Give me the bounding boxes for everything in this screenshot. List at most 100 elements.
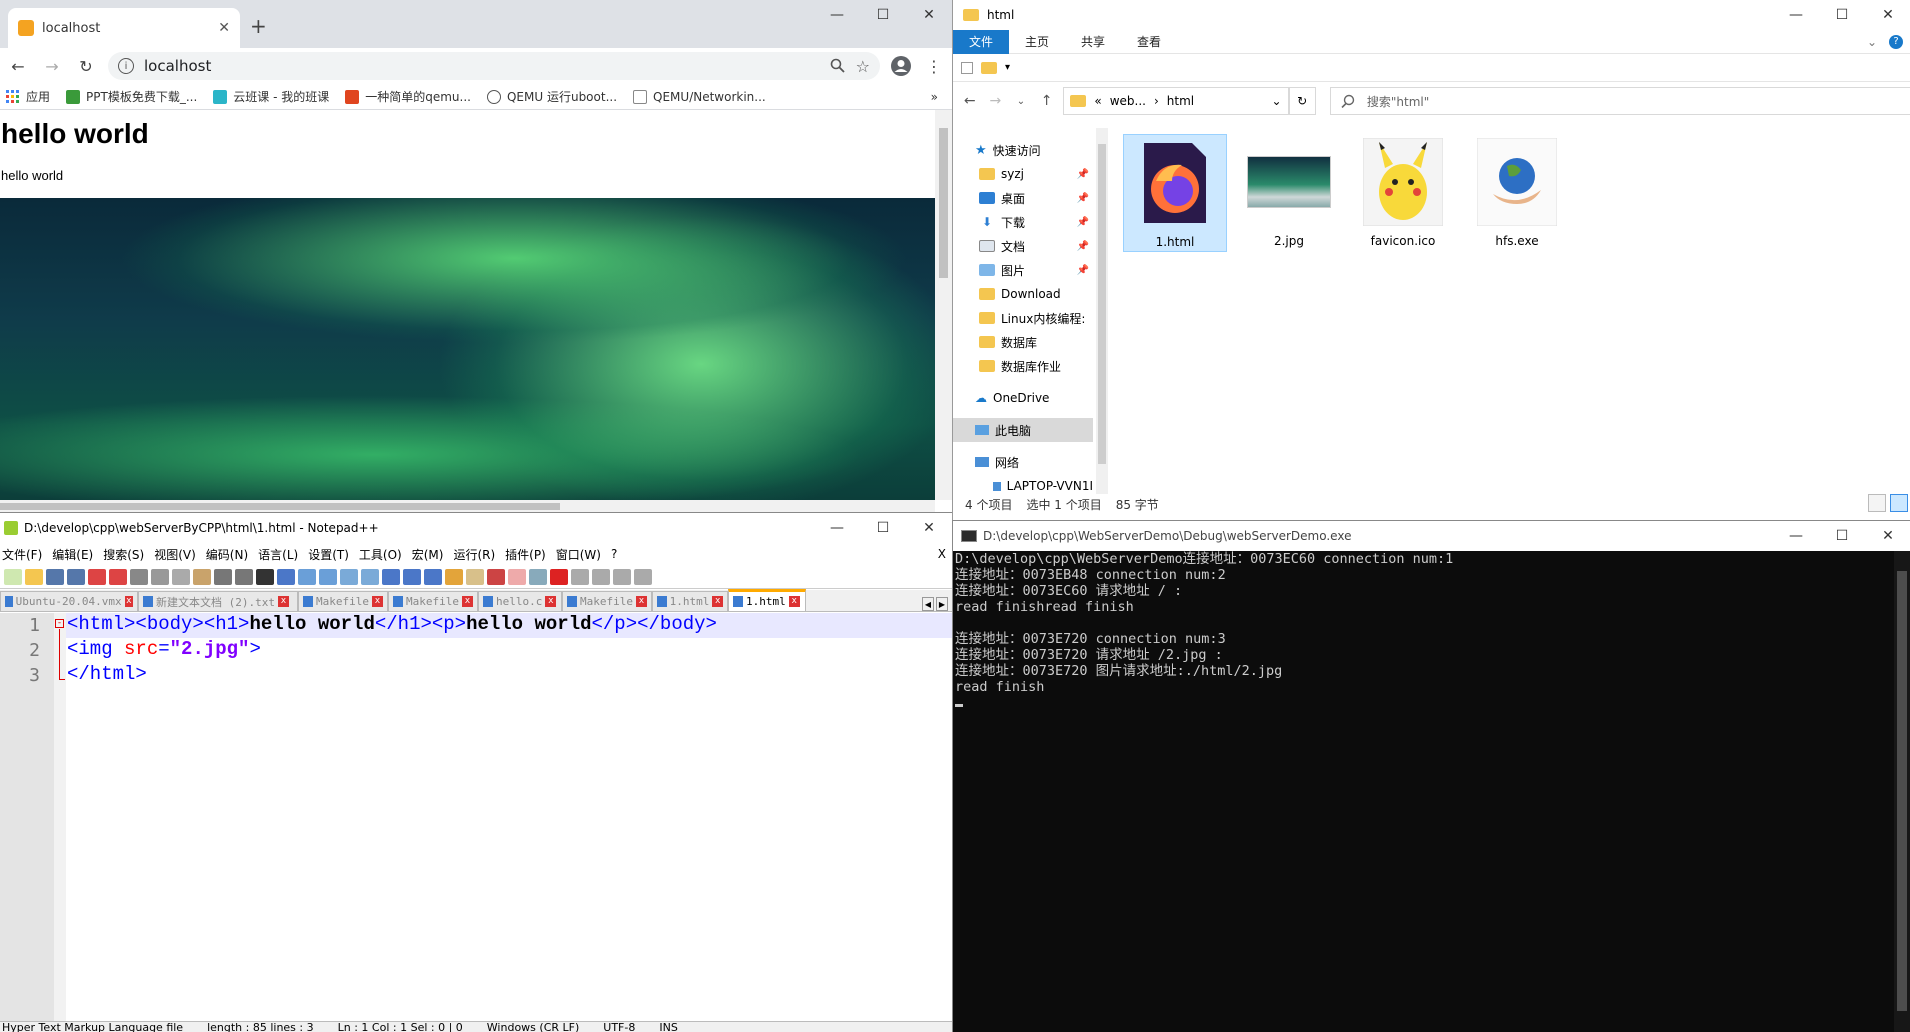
nav-item-download[interactable]: Download xyxy=(953,282,1093,306)
menu-macro[interactable]: 宏(M) xyxy=(412,546,444,563)
close-document-button[interactable]: X xyxy=(938,547,946,561)
close-tab-icon[interactable]: x xyxy=(635,596,647,607)
menu-icon[interactable]: ⋮ xyxy=(922,57,946,76)
stop-macro-icon[interactable] xyxy=(571,568,589,585)
record-macro-icon[interactable] xyxy=(550,568,568,585)
close-tab-icon[interactable]: x xyxy=(545,596,557,607)
nav-item-database[interactable]: 数据库 xyxy=(953,330,1093,354)
zoom-out-icon[interactable] xyxy=(319,568,337,585)
maximize-button[interactable]: ☐ xyxy=(860,513,906,543)
minimize-button[interactable]: — xyxy=(1773,521,1819,551)
help-icon[interactable]: ? xyxy=(1889,34,1903,49)
new-file-icon[interactable] xyxy=(4,568,22,585)
folder-as-workspace-icon[interactable] xyxy=(508,568,526,585)
menu-help[interactable]: ? xyxy=(611,547,617,561)
bookmarks-overflow[interactable]: » xyxy=(931,90,938,104)
reload-icon[interactable]: ↻ xyxy=(74,57,98,76)
tab-scroll-left-icon[interactable]: ◀ xyxy=(922,597,934,611)
tab-1-html-active[interactable]: 1.html x xyxy=(728,589,806,611)
nav-item-syzj[interactable]: syzj 📌 xyxy=(953,162,1093,186)
file-item[interactable]: hfs.exe xyxy=(1465,134,1569,252)
nav-item-desktop[interactable]: 桌面 📌 xyxy=(953,186,1093,210)
print-icon[interactable] xyxy=(130,568,148,585)
maximize-button[interactable]: ☐ xyxy=(1819,521,1865,551)
up-icon[interactable]: ↑ xyxy=(1038,93,1056,109)
back-icon[interactable]: ← xyxy=(6,57,30,76)
menu-file[interactable]: 文件(F) xyxy=(2,546,42,563)
menu-settings[interactable]: 设置(T) xyxy=(308,546,349,563)
save-macro-icon[interactable] xyxy=(634,568,652,585)
find-icon[interactable] xyxy=(256,568,274,585)
menu-edit[interactable]: 编辑(E) xyxy=(52,546,93,563)
customize-toolbar-icon[interactable]: ▾ xyxy=(1005,62,1010,73)
properties-icon[interactable] xyxy=(961,61,973,74)
copy-icon[interactable] xyxy=(172,568,190,585)
tab-makefile-2[interactable]: Makefile x xyxy=(388,591,478,611)
console-scrollbar[interactable] xyxy=(1894,551,1910,1032)
page-vertical-scrollbar[interactable] xyxy=(935,110,952,500)
cut-icon[interactable] xyxy=(151,568,169,585)
close-button[interactable]: ✕ xyxy=(1865,521,1910,551)
zoom-in-icon[interactable] xyxy=(298,568,316,585)
undo-icon[interactable] xyxy=(214,568,232,585)
play-macro-icon[interactable] xyxy=(592,568,610,585)
menu-language[interactable]: 语言(L) xyxy=(258,546,298,563)
close-file-icon[interactable] xyxy=(88,568,106,585)
breadcrumb-html[interactable]: html xyxy=(1167,94,1194,108)
nav-item-downloads[interactable]: ⬇ 下载 📌 xyxy=(953,210,1093,234)
open-file-icon[interactable] xyxy=(25,568,43,585)
sync-vertical-icon[interactable] xyxy=(340,568,358,585)
tab-view[interactable]: 查看 xyxy=(1121,30,1177,54)
forward-icon[interactable]: → xyxy=(40,57,64,76)
new-tab-button[interactable]: + xyxy=(250,14,267,38)
paste-icon[interactable] xyxy=(193,568,211,585)
nav-this-pc[interactable]: 此电脑 xyxy=(953,418,1093,442)
fold-collapse-icon[interactable]: - xyxy=(55,619,64,628)
monitoring-icon[interactable] xyxy=(529,568,547,585)
bookmark-qemu-networking[interactable]: QEMU/Networkin... xyxy=(633,89,766,104)
show-all-chars-icon[interactable] xyxy=(403,568,421,585)
nav-item-database-homework[interactable]: 数据库作业 xyxy=(953,354,1093,378)
close-tab-icon[interactable]: x xyxy=(712,596,723,607)
bookmark-ppt[interactable]: PPT模板免费下载_... xyxy=(66,88,197,105)
replace-icon[interactable] xyxy=(277,568,295,585)
star-icon[interactable]: ☆ xyxy=(856,57,870,76)
tab-share[interactable]: 共享 xyxy=(1065,30,1121,54)
menu-plugins[interactable]: 插件(P) xyxy=(505,546,546,563)
bookmark-qemu-uboot[interactable]: QEMU 运行uboot... xyxy=(486,88,617,105)
console-output[interactable]: D:\develop\cpp\WebServerDemo连接地址：0073EC6… xyxy=(955,551,1891,1032)
word-wrap-icon[interactable] xyxy=(382,568,400,585)
nav-item-linux[interactable]: Linux内核编程: xyxy=(953,306,1093,330)
close-tab-icon[interactable]: x xyxy=(461,596,473,607)
save-icon[interactable] xyxy=(46,568,64,585)
details-view-button[interactable] xyxy=(1868,494,1886,512)
menu-view[interactable]: 视图(V) xyxy=(154,546,196,563)
close-button[interactable]: ✕ xyxy=(1865,0,1910,30)
fold-margin[interactable]: - xyxy=(54,613,66,1023)
indent-guide-icon[interactable] xyxy=(424,568,442,585)
close-tab-icon[interactable]: x xyxy=(277,596,289,607)
back-icon[interactable]: ← xyxy=(961,93,979,109)
menu-run[interactable]: 运行(R) xyxy=(453,546,495,563)
sync-horizontal-icon[interactable] xyxy=(361,568,379,585)
tab-home[interactable]: 主页 xyxy=(1009,30,1065,54)
large-icons-view-button[interactable] xyxy=(1890,494,1908,512)
menu-window[interactable]: 窗口(W) xyxy=(556,546,601,563)
redo-icon[interactable] xyxy=(235,568,253,585)
zoom-icon[interactable] xyxy=(830,58,846,74)
close-tab-icon[interactable]: x xyxy=(371,596,383,607)
close-button[interactable]: ✕ xyxy=(906,513,952,543)
doc-map-icon[interactable] xyxy=(466,568,484,585)
menu-encoding[interactable]: 编码(N) xyxy=(206,546,248,563)
bookmark-mosoteach[interactable]: 云班课 - 我的班课 xyxy=(213,88,329,105)
file-item[interactable]: favicon.ico xyxy=(1351,134,1455,252)
address-bar[interactable]: « web... › html ⌄ xyxy=(1063,87,1289,115)
code-editor[interactable]: 1 2 3 - <html><body><h1>hello world</h1>… xyxy=(0,613,952,1023)
minimize-button[interactable]: — xyxy=(1773,0,1819,30)
new-folder-icon[interactable] xyxy=(981,61,997,74)
tab-makefile-1[interactable]: Makefile x xyxy=(298,591,388,611)
breadcrumb-web[interactable]: web... xyxy=(1110,94,1146,108)
close-button[interactable]: ✕ xyxy=(906,0,952,30)
save-all-icon[interactable] xyxy=(67,568,85,585)
bookmark-qemu-simple[interactable]: 一种简单的qemu... xyxy=(345,88,471,105)
